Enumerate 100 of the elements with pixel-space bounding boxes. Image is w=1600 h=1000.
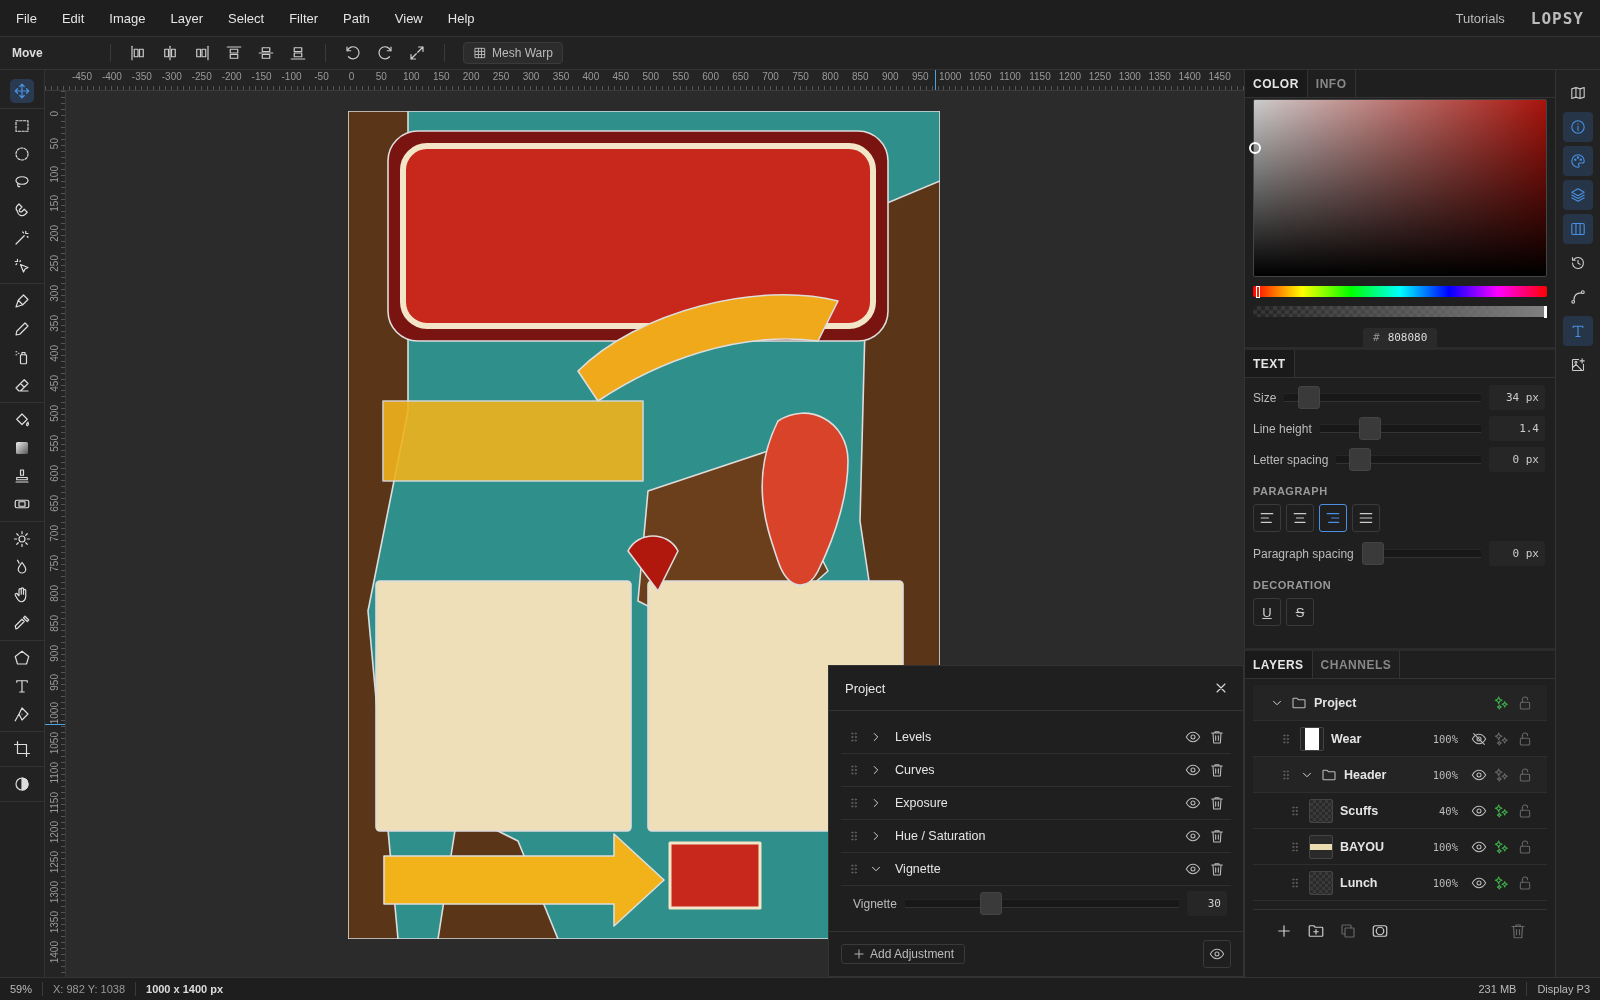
mesh-warp-button[interactable]: Mesh Warp (463, 42, 563, 64)
adjustment-name[interactable]: Curves (895, 763, 1177, 777)
align-text-justify-icon[interactable] (1352, 504, 1380, 532)
value-field[interactable]: 1.4 (1489, 416, 1545, 441)
strikethrough-button[interactable]: S (1286, 598, 1314, 626)
redo-icon[interactable] (376, 44, 394, 62)
menu-item[interactable]: Select (226, 10, 275, 26)
color-picker-handle[interactable] (1249, 142, 1261, 154)
value-field[interactable]: 30 (1187, 891, 1227, 916)
trash-icon[interactable] (1209, 861, 1225, 877)
ruler-label: 0 (49, 111, 61, 117)
slider-thumb[interactable] (1348, 448, 1371, 471)
add-icon[interactable] (1275, 922, 1293, 940)
move-icon[interactable] (10, 79, 34, 103)
ruler-label: 600 (702, 71, 719, 82)
mask-icon[interactable] (1371, 922, 1389, 940)
menu-item[interactable]: Path (341, 10, 380, 26)
sparkle-icon[interactable] (1494, 802, 1510, 819)
panel-tab[interactable]: TEXT (1245, 350, 1295, 377)
trash-icon[interactable] (1209, 762, 1225, 778)
menu-item[interactable]: View (392, 10, 433, 26)
ruler-label: 300 (522, 71, 540, 82)
layer-row[interactable]: Project (1253, 685, 1547, 721)
underline-button[interactable]: U (1253, 598, 1281, 626)
lock-icon[interactable] (1517, 730, 1533, 747)
zoom-level[interactable]: 59% (10, 983, 33, 995)
layer-row[interactable]: Scuffs 40% (1253, 793, 1547, 829)
tutorials-link[interactable]: Tutorials (1455, 10, 1505, 26)
sparkle-icon[interactable] (1494, 694, 1510, 711)
layer-row[interactable]: BAYOU 100% (1253, 829, 1547, 865)
menu-item[interactable]: Layer (168, 10, 214, 26)
panel-tab[interactable]: COLOR (1245, 70, 1308, 97)
eye-icon[interactable] (1185, 729, 1201, 745)
slider-thumb[interactable] (980, 892, 1003, 915)
menu-item[interactable]: Filter (287, 10, 329, 26)
expand-icon[interactable] (408, 44, 426, 62)
adjustment-name[interactable]: Vignette (895, 862, 1177, 876)
eye-icon[interactable] (1185, 828, 1201, 844)
eye-off-icon[interactable] (1471, 730, 1487, 747)
add-adjustment-button[interactable]: Add Adjustment (841, 944, 966, 964)
layer-row[interactable]: Lunch 100% (1253, 865, 1547, 901)
value-field[interactable]: 34 px (1489, 385, 1545, 410)
value-field[interactable]: 0 px (1489, 447, 1545, 472)
hue-thumb[interactable] (1255, 286, 1260, 299)
layer-name: Wear (1331, 731, 1363, 746)
trash-icon[interactable] (1209, 828, 1225, 844)
menu-item[interactable]: File (14, 10, 47, 26)
menu-item[interactable]: Edit (59, 10, 95, 26)
align-text-center-icon[interactable] (1286, 504, 1314, 532)
align-middle-icon[interactable] (257, 44, 275, 62)
lock-icon[interactable] (1517, 766, 1533, 783)
palette-icon[interactable] (1563, 146, 1593, 176)
eye-icon[interactable] (1185, 795, 1201, 811)
undo-icon[interactable] (344, 44, 362, 62)
trash-icon[interactable] (1209, 729, 1225, 745)
eye-icon[interactable] (1203, 940, 1231, 968)
ruler-label: 1000 (939, 71, 962, 82)
eye-icon[interactable] (1185, 861, 1201, 877)
align-text-right-icon[interactable] (1319, 504, 1347, 532)
hex-field[interactable]: # 808080 (1363, 328, 1437, 347)
slider-thumb[interactable] (1358, 417, 1381, 440)
eye-icon[interactable] (1185, 762, 1201, 778)
plus-icon (852, 947, 866, 961)
menu-item[interactable]: Help (445, 10, 485, 26)
adjustment-name[interactable]: Exposure (895, 796, 1177, 810)
sparkle-icon[interactable] (1494, 874, 1510, 891)
align-center-icon[interactable] (161, 44, 179, 62)
align-right-icon[interactable] (193, 44, 211, 62)
align-bottom-icon[interactable] (289, 44, 307, 62)
align-top-icon[interactable] (225, 44, 243, 62)
panel-tab[interactable]: LAYERS (1245, 651, 1313, 678)
layers-icon[interactable] (1563, 180, 1593, 210)
trash-icon[interactable] (1209, 795, 1225, 811)
ruler-label: 650 (49, 494, 61, 512)
menu-item[interactable]: Image (107, 10, 156, 26)
ruler-label: 200 (462, 71, 480, 82)
alpha-slider[interactable] (1253, 306, 1547, 317)
align-text-left-icon[interactable] (1253, 504, 1281, 532)
sparkle-icon[interactable] (1494, 730, 1510, 747)
adjustment-name[interactable]: Hue / Saturation (895, 829, 1177, 843)
panel-tab[interactable]: INFO (1307, 70, 1356, 97)
adjustment-name[interactable]: Levels (895, 730, 1177, 744)
alpha-thumb[interactable] (1544, 306, 1547, 319)
slider-thumb[interactable] (1298, 386, 1321, 409)
align-left-icon[interactable] (129, 44, 147, 62)
hue-slider[interactable] (1253, 286, 1547, 298)
lock-icon[interactable] (1517, 874, 1533, 891)
value-field[interactable]: 0 px (1489, 541, 1545, 566)
slider-thumb[interactable] (1361, 542, 1384, 565)
sparkle-icon[interactable] (1494, 838, 1510, 855)
lock-icon[interactable] (1517, 694, 1533, 711)
lock-icon[interactable] (1517, 802, 1533, 819)
panel-tab[interactable]: CHANNELS (1312, 651, 1401, 678)
sparkle-icon[interactable] (1494, 766, 1510, 783)
layer-row[interactable]: Header 100% (1253, 757, 1547, 793)
lock-icon[interactable] (1517, 838, 1533, 855)
ruler-label: 1300 (1118, 71, 1141, 82)
ruler-label: -200 (221, 71, 242, 82)
folder-plus-icon[interactable] (1307, 922, 1325, 940)
columns-icon[interactable] (1563, 214, 1593, 244)
